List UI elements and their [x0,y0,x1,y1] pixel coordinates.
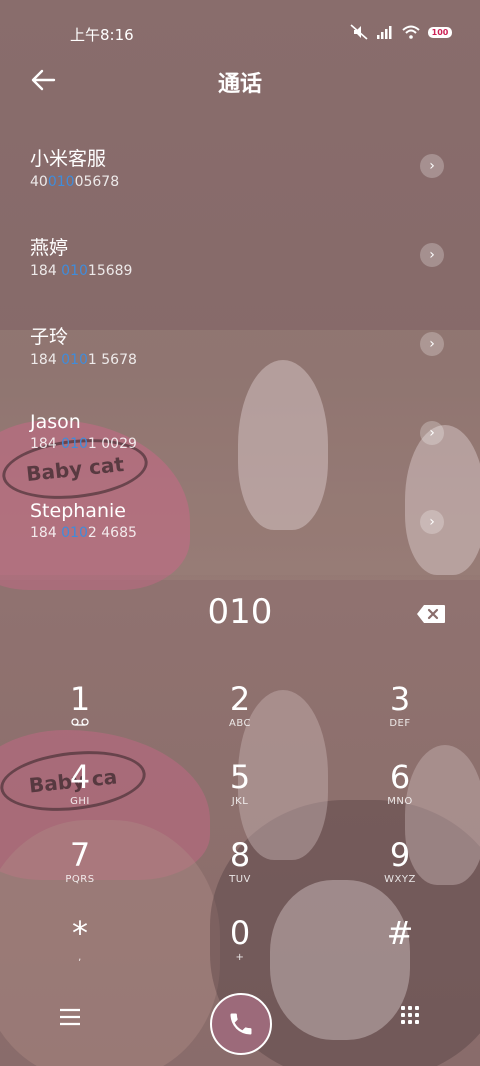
key-9[interactable]: 9 WXYZ [350,836,450,906]
contact-number: 4001005678 [30,174,120,190]
chevron-right-icon[interactable]: › [420,154,444,178]
key-1[interactable]: 1 [30,680,130,750]
contact-item[interactable]: 子玲 184 0101 5678 › [30,322,450,402]
menu-icon[interactable] [56,1006,84,1028]
contact-name: Jason [30,411,81,433]
key-8[interactable]: 8 TUV [190,836,290,906]
contact-item[interactable]: 燕婷 184 01015689 › [30,233,450,313]
contact-item[interactable]: 小米客服 4001005678 › [30,144,450,224]
chevron-right-icon[interactable]: › [420,421,444,445]
key-2[interactable]: 2 ABC [190,680,290,750]
page-title: 通话 [217,72,262,97]
contact-number: 184 0101 0029 [30,436,137,452]
contact-name: 小米客服 [30,148,107,170]
signal-icon [377,26,392,39]
battery-icon: 100 [428,26,452,38]
dialpad-icon[interactable] [398,1004,422,1028]
contact-name: 燕婷 [30,237,69,259]
contact-number: 184 01015689 [30,263,133,279]
backspace-icon[interactable] [416,604,446,624]
wifi-icon [402,25,420,39]
status-bar: 上午8:16 100 [0,0,480,64]
phone-icon [230,1013,252,1035]
chevron-right-icon[interactable]: › [420,243,444,267]
key-0[interactable]: 0 + [190,914,290,984]
key-star[interactable]: *, [30,914,130,984]
contact-name: Stephanie [30,500,126,522]
contact-item[interactable]: Jason 184 0101 0029 › [30,411,450,491]
voicemail-icon [71,718,89,726]
key-7[interactable]: 7 PQRS [30,836,130,906]
mute-icon [350,24,368,40]
status-time: 上午8:16 [70,26,134,44]
key-4[interactable]: 4 GHI [30,758,130,828]
contact-number: 184 0102 4685 [30,525,137,541]
chevron-right-icon[interactable]: › [420,332,444,356]
key-3[interactable]: 3 DEF [350,680,450,750]
chevron-right-icon[interactable]: › [420,510,444,534]
key-hash[interactable]: # [350,914,450,984]
contact-number: 184 0101 5678 [30,352,137,368]
call-button[interactable] [210,993,272,1055]
dialed-number-display: 010 [207,592,273,632]
contact-name: 子玲 [30,326,69,348]
key-6[interactable]: 6 MNO [350,758,450,828]
key-5[interactable]: 5 JKL [190,758,290,828]
contact-item[interactable]: Stephanie 184 0102 4685 › [30,500,450,580]
